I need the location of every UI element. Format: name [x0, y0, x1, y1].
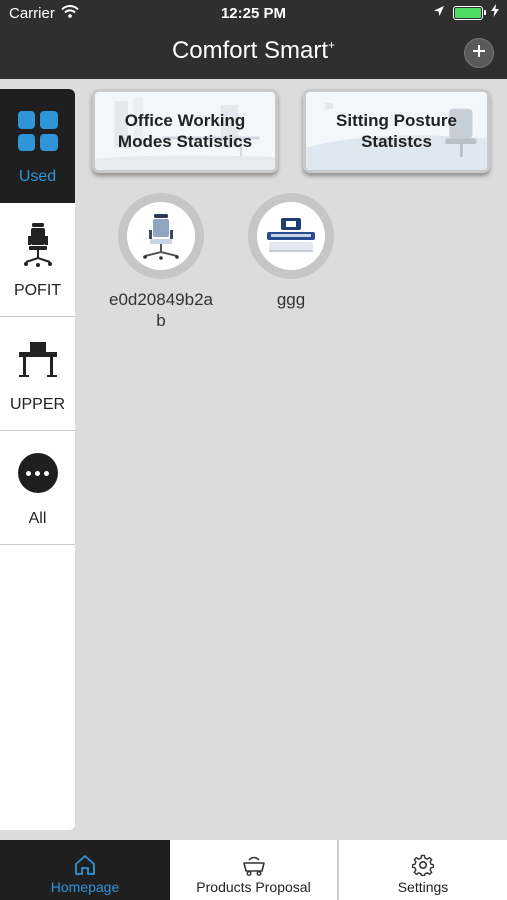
device-item[interactable]: ggg: [226, 193, 356, 310]
nav-bar: Comfort Smart+: [0, 28, 507, 79]
device-name: ggg: [276, 290, 306, 309]
sidebar-item-pofit[interactable]: POFIT: [0, 203, 75, 317]
tab-settings[interactable]: Settings: [339, 840, 507, 900]
sidebar-item-label: All: [28, 510, 47, 527]
more-dots-icon: [17, 445, 58, 501]
card-title-line2: Modes Statistics: [117, 132, 253, 151]
add-device-button[interactable]: [464, 38, 494, 68]
card-title-line1: Sitting Posture: [336, 111, 457, 130]
sidebar-item-label: UPPER: [9, 396, 66, 413]
status-bar: Carrier 12:25 PM: [0, 0, 507, 28]
card-text: Sitting Posture Statistcs: [336, 110, 457, 152]
sitting-posture-card[interactable]: Sitting Posture Statistcs: [303, 89, 490, 173]
standing-desk-icon: [17, 331, 59, 387]
desk-control-icon: [267, 218, 315, 252]
tab-products-proposal[interactable]: Products Proposal: [170, 840, 337, 900]
card-title-line1: Office Working: [124, 111, 246, 130]
app-title-mark: +: [328, 38, 336, 52]
home-icon: [73, 853, 97, 877]
sidebar-item-used[interactable]: Used: [0, 89, 75, 203]
location-arrow-icon: [433, 4, 445, 21]
tab-label: Products Proposal: [196, 879, 311, 895]
office-chair-icon: [143, 214, 179, 260]
device-name: e0d20849b2ab: [108, 290, 213, 330]
app-title-text: Comfort Smart: [171, 37, 328, 64]
battery-icon: [453, 5, 486, 20]
sidebar-item-label: POFIT: [13, 282, 62, 299]
sidebar-item-label: Used: [18, 168, 57, 185]
office-chair-icon: [23, 217, 53, 273]
tab-bar: Homepage Products Proposal Settings: [0, 840, 507, 900]
card-text: Office Working Modes Statistics: [118, 110, 252, 152]
sidebar-item-upper[interactable]: UPPER: [0, 317, 75, 431]
grid-icon: [17, 103, 58, 159]
plus-icon: [472, 44, 486, 63]
tab-label: Settings: [397, 879, 449, 895]
card-title-line2: Statistcs: [361, 132, 432, 151]
device-avatar: [118, 193, 204, 279]
sidebar-item-all[interactable]: All: [0, 431, 75, 545]
clock: 12:25 PM: [220, 5, 287, 22]
category-sidebar: Used POFIT UPPER All: [0, 89, 75, 830]
app-title: Comfort Smart+: [0, 37, 507, 65]
tab-label: Homepage: [50, 879, 120, 895]
status-right: [433, 4, 499, 21]
device-avatar: [248, 193, 334, 279]
device-item[interactable]: e0d20849b2ab: [96, 193, 226, 331]
cart-icon: [241, 853, 267, 877]
charging-bolt-icon: [491, 4, 499, 21]
gear-icon: [412, 853, 434, 877]
tab-homepage[interactable]: Homepage: [0, 840, 170, 900]
office-working-modes-card[interactable]: Office Working Modes Statistics: [92, 89, 278, 173]
